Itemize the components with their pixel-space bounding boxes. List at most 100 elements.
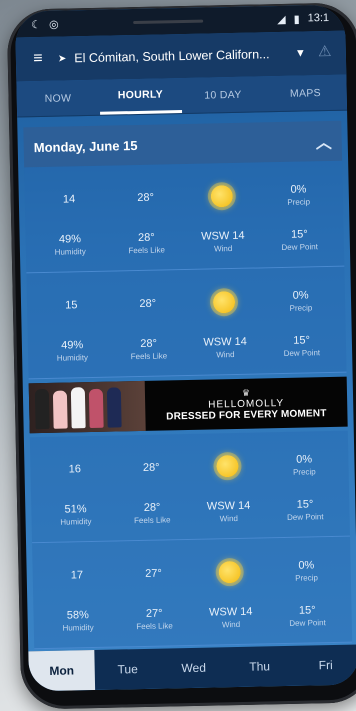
precip-value: 0% [296,452,313,466]
sun-icon [218,560,242,584]
dew-point-cell: 15° Dew Point [266,489,343,531]
wind-value: WSW 14 [206,499,251,513]
wind-value: WSW 14 [201,229,245,243]
dew-point-label: Dew Point [281,241,318,252]
day-tab-thu[interactable]: Thu [226,646,293,687]
status-notch [132,19,203,24]
feels-like-value: 28° [143,501,161,514]
precip-cell: 0% Precip [260,169,338,221]
app-screen: ☾ ◎ ◢ ▮ 13:1 ≡ ➤ El Cómitan, South Lower… [14,4,356,692]
ad-model-figure [70,387,86,429]
battery-icon: ▮ [293,13,300,26]
wind-value: WSW 14 [203,335,247,349]
weather-condition [189,440,267,492]
humidity-cell: 49% Humidity [34,330,111,372]
wind-value: WSW 14 [208,605,253,619]
humidity-cell: 49% Humidity [31,224,108,266]
status-right: ◢ ▮ 13:1 [277,11,330,26]
weather-condition [191,546,269,598]
day-header[interactable]: Monday, June 15 ︿ [23,120,343,168]
dew-point-value: 15° [290,227,308,241]
feels-like-label: Feels Like [130,350,168,361]
dew-point-cell: 15° Dew Point [269,595,346,637]
wind-cell: WSW 14 Wind [192,596,269,638]
crown-icon: ♛ [241,387,251,398]
hourly-row[interactable]: 17 27° 0% Precip 58% Humidity 27° Feels Lik… [32,536,353,650]
humidity-label: Humidity [54,246,86,257]
feels-like-label: Feels Like [128,244,166,255]
hourly-row[interactable]: 14 28° 0% Precip 49% Humidity 28° Feels Lik… [24,160,345,274]
humidity-cell: 58% Humidity [39,600,116,642]
wind-label: Wind [213,243,233,253]
day-title: Monday, June 15 [33,137,138,155]
humidity-cell: 51% Humidity [37,494,114,536]
day-tab-wed[interactable]: Wed [160,647,227,688]
ad-model-figure [34,388,50,430]
tab-maps[interactable]: MAPS [264,75,347,112]
hourly-row[interactable]: 16 28° 0% Precip 51% Humidity 28° Feels Lik… [29,430,350,544]
dew-point-label: Dew Point [286,511,324,522]
sun-icon [210,185,234,208]
hourly-list: 14 28° 0% Precip 49% Humidity 28° Feels Lik… [24,160,353,650]
hour-label: 17 [70,569,84,582]
temperature: 28° [139,297,157,310]
moon-icon: ☾ [31,18,42,31]
wind-cell: WSW 14 Wind [187,326,264,368]
precip-cell: 0% Precip [262,275,340,327]
hour-label: 15 [65,299,78,312]
day-tab-tue[interactable]: Tue [94,649,161,690]
feels-like-value: 28° [137,231,155,244]
temperature: 28° [137,191,155,205]
precip-cell: 0% Precip [268,545,346,597]
clock: 13:1 [307,11,330,25]
feels-like-value: 27° [145,607,163,620]
sun-icon [216,454,239,478]
day-tab-fri[interactable]: Fri [292,644,356,685]
ad-model-figure [106,387,122,428]
precip-label: Precip [287,196,311,207]
advertisement-banner[interactable]: ♛ HELLOMOLLY DRESSED FOR EVERY MOMENT [28,376,348,434]
ad-model-figure [52,390,68,429]
dew-point-cell: 15° Dew Point [263,325,340,367]
alert-icon[interactable]: ⚠ [314,42,336,64]
wind-label: Wind [216,349,235,359]
humidity-label: Humidity [60,516,92,527]
sun-icon [213,290,236,314]
tab-now[interactable]: NOW [16,80,99,117]
hourly-row[interactable]: 15 28° 0% Precip 49% Humidity 28° Feels Lik… [26,266,347,380]
precip-label: Precip [292,466,316,477]
dew-point-label: Dew Point [283,347,321,358]
location-dropdown-icon[interactable]: ▼ [295,47,306,59]
humidity-label: Humidity [62,622,94,633]
dew-point-value: 15° [296,497,314,511]
tab-10-day[interactable]: 10 DAY [181,76,264,113]
ad-model-figure [88,388,104,429]
top-bar: ≡ ➤ El Cómitan, South Lower Californ... … [15,30,347,82]
tab-hourly[interactable]: HOURLY [98,78,183,115]
precip-value: 0% [298,558,315,572]
feels-like-cell: 28° Feels Like [110,328,187,370]
ad-tagline: DRESSED FOR EVERY MOMENT [166,407,327,422]
collapse-chevron-icon[interactable]: ︿ [315,129,332,153]
feels-like-label: Feels Like [134,514,171,525]
temperature: 27° [145,567,162,580]
feels-like-cell: 27° Feels Like [116,598,193,640]
wind-cell: WSW 14 Wind [190,490,267,532]
humidity-value: 51% [64,502,87,516]
day-tab-mon[interactable]: Mon [28,650,96,692]
signal-icon: ◢ [277,13,286,26]
weather-condition [183,170,261,222]
status-left: ☾ ◎ [31,17,59,31]
precip-value: 0% [292,288,309,302]
dew-point-label: Dew Point [289,617,326,628]
wind-label: Wind [219,513,239,523]
location-name[interactable]: El Cómitan, South Lower Californ... [74,47,287,65]
tab-bar: NOW HOURLY 10 DAY MAPS [16,74,348,118]
wind-cell: WSW 14 Wind [184,220,261,262]
dew-point-cell: 15° Dew Point [261,219,338,261]
precip-label: Precip [295,572,319,583]
weather-condition [186,276,264,328]
precip-value: 0% [290,182,307,196]
hour-label: 16 [68,463,82,476]
menu-icon[interactable]: ≡ [26,47,50,71]
